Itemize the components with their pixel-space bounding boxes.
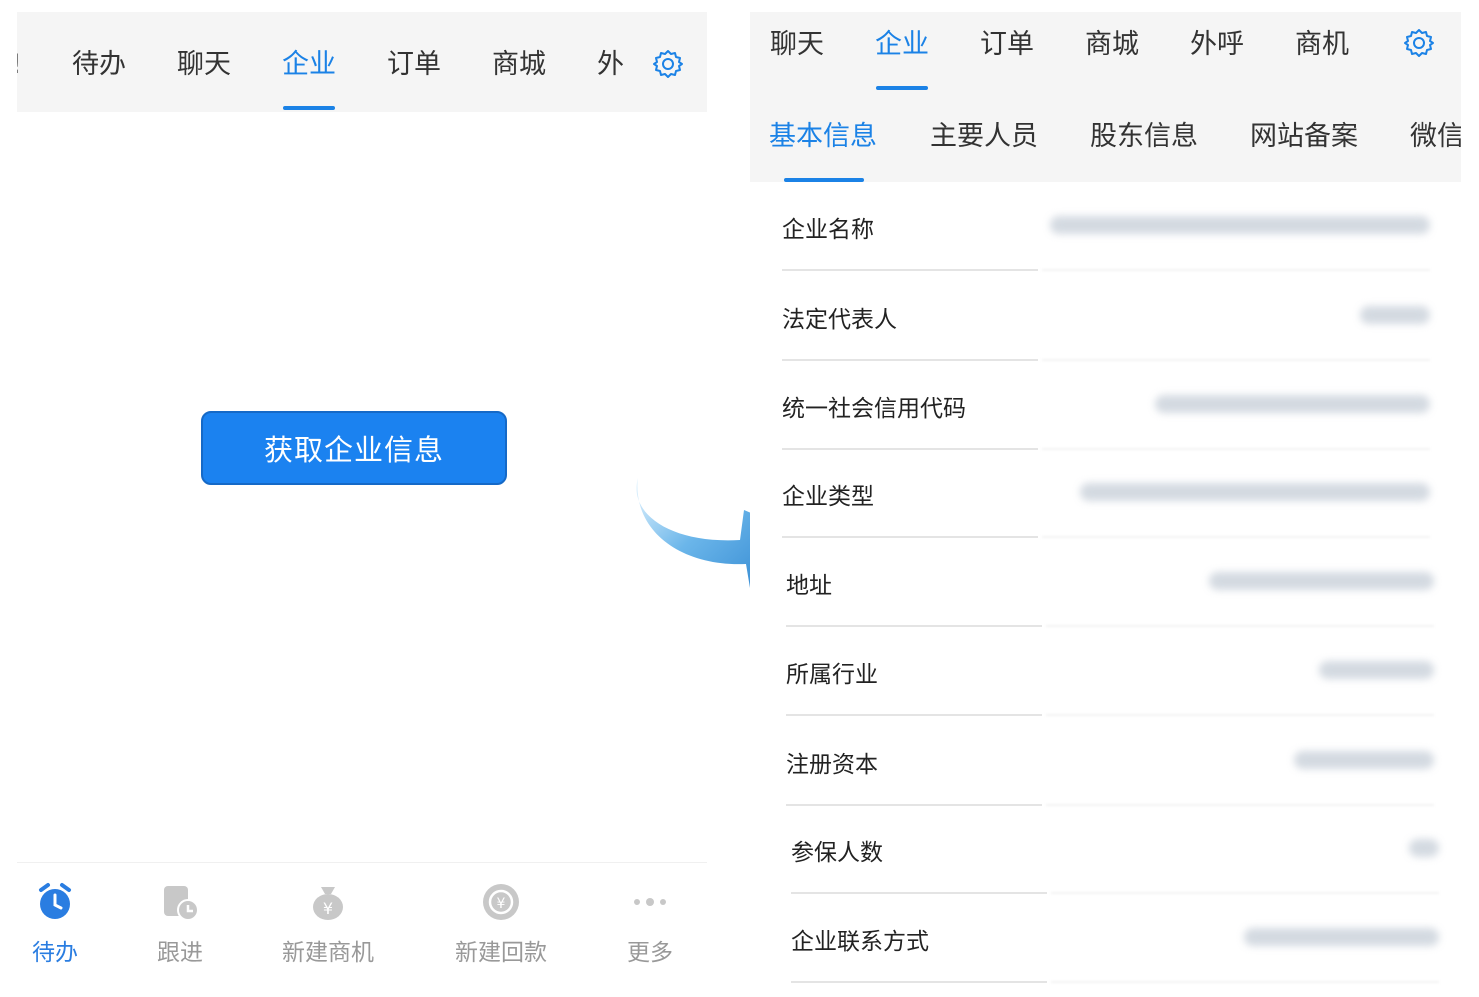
tab-enterprise[interactable]: 企业 <box>875 28 929 62</box>
redacted-value <box>1294 751 1434 769</box>
subtab-website-filing[interactable]: 网站备案 <box>1250 120 1358 154</box>
active-tab-indicator <box>876 86 928 90</box>
info-label: 注册资本 <box>786 752 878 778</box>
info-label: 企业名称 <box>782 217 874 243</box>
svg-text:¥: ¥ <box>497 896 506 912</box>
redacted-value <box>1244 928 1439 946</box>
tab-orders[interactable]: 订单 <box>387 48 441 82</box>
info-row-credit-code: 统一社会信用代码 <box>782 361 1430 450</box>
info-row-legal-rep: 法定代表人 <box>782 272 1430 361</box>
redacted-value <box>1050 216 1430 234</box>
nav-label: 更多 <box>627 940 673 966</box>
row-divider <box>791 981 1047 983</box>
gear-icon[interactable] <box>652 48 684 80</box>
info-row-company-type: 企业类型 <box>782 449 1430 538</box>
info-label: 企业类型 <box>782 484 874 510</box>
subtab-basic-info[interactable]: 基本信息 <box>769 120 877 154</box>
info-label: 所属行业 <box>786 662 878 688</box>
subtab-wechat-partial[interactable]: 微信 <box>1410 120 1461 154</box>
tab-orders[interactable]: 订单 <box>980 28 1034 62</box>
tab-mall[interactable]: 商城 <box>492 48 546 82</box>
top-tab-bar: ! 待办 聊天 企业 订单 商城 外 <box>17 12 707 112</box>
yen-coin-icon: ¥ <box>483 884 519 920</box>
bottom-navigation: 待办 跟进 ¥ 新建商机 ¥ 新建回款 更多 <box>17 862 707 997</box>
row-divider <box>1046 714 1434 716</box>
tab-chat[interactable]: 聊天 <box>770 28 824 62</box>
row-divider <box>1042 269 1430 271</box>
info-label: 参保人数 <box>791 840 883 866</box>
tab-mall[interactable]: 商城 <box>1085 28 1139 62</box>
top-tab-bar: 聊天 企业 订单 商城 外呼 商机 基本信息 主要人员 股东信息 网站备案 微信 <box>750 12 1461 182</box>
gear-icon[interactable] <box>1403 27 1435 59</box>
tab-partial-edge: ! <box>17 48 22 82</box>
info-label: 企业联系方式 <box>791 929 929 955</box>
redacted-value <box>1409 839 1439 857</box>
alarm-clock-icon <box>39 883 71 919</box>
tab-enterprise[interactable]: 企业 <box>282 48 336 82</box>
redacted-value <box>1080 483 1430 501</box>
info-label: 法定代表人 <box>782 307 897 333</box>
fetch-enterprise-info-button[interactable]: 获取企业信息 <box>201 411 507 485</box>
subtab-key-personnel[interactable]: 主要人员 <box>930 120 1038 154</box>
redacted-value <box>1155 395 1430 413</box>
tab-outbound-call[interactable]: 外呼 <box>1190 28 1244 62</box>
more-dots-icon <box>634 898 666 906</box>
info-label: 统一社会信用代码 <box>782 396 966 422</box>
info-row-industry: 所属行业 <box>786 627 1434 716</box>
tab-chat[interactable]: 聊天 <box>177 48 231 82</box>
tab-opportunity[interactable]: 商机 <box>1295 28 1349 62</box>
nav-label: 新建回款 <box>455 940 547 966</box>
subtab-shareholders[interactable]: 股东信息 <box>1090 120 1198 154</box>
nav-todo[interactable]: 待办 <box>0 881 115 967</box>
tab-todo[interactable]: 待办 <box>72 48 126 82</box>
row-divider <box>782 269 1038 271</box>
tab-outbound-partial[interactable]: 外 <box>597 48 624 82</box>
info-label: 地址 <box>786 573 832 599</box>
nav-more[interactable]: 更多 <box>590 881 710 967</box>
info-row-contact: 企业联系方式 <box>791 894 1439 983</box>
svg-text:¥: ¥ <box>323 899 333 918</box>
active-tab-indicator <box>283 106 335 110</box>
nav-label: 跟进 <box>157 940 203 966</box>
nav-followup[interactable]: 跟进 <box>120 881 240 967</box>
info-row-company-name: 企业名称 <box>782 182 1430 271</box>
nav-label: 待办 <box>32 940 78 966</box>
info-row-address: 地址 <box>786 538 1434 627</box>
row-divider <box>786 714 1042 716</box>
redacted-value <box>1209 572 1434 590</box>
nav-new-payment[interactable]: ¥ 新建回款 <box>441 881 561 967</box>
right-screen: 聊天 企业 订单 商城 外呼 商机 基本信息 主要人员 股东信息 网站备案 微信… <box>750 12 1461 996</box>
info-row-insured-count: 参保人数 <box>791 805 1439 894</box>
redacted-value <box>1360 306 1430 324</box>
followup-clock-icon <box>164 886 199 921</box>
info-row-registered-capital: 注册资本 <box>786 717 1434 806</box>
left-screen: ! 待办 聊天 企业 订单 商城 外 获取企业信息 待办 <box>17 12 707 997</box>
money-bag-icon: ¥ <box>313 887 343 920</box>
row-divider <box>1051 981 1439 983</box>
nav-new-opportunity[interactable]: ¥ 新建商机 <box>268 881 388 967</box>
nav-label: 新建商机 <box>282 940 374 966</box>
redacted-value <box>1319 661 1434 679</box>
